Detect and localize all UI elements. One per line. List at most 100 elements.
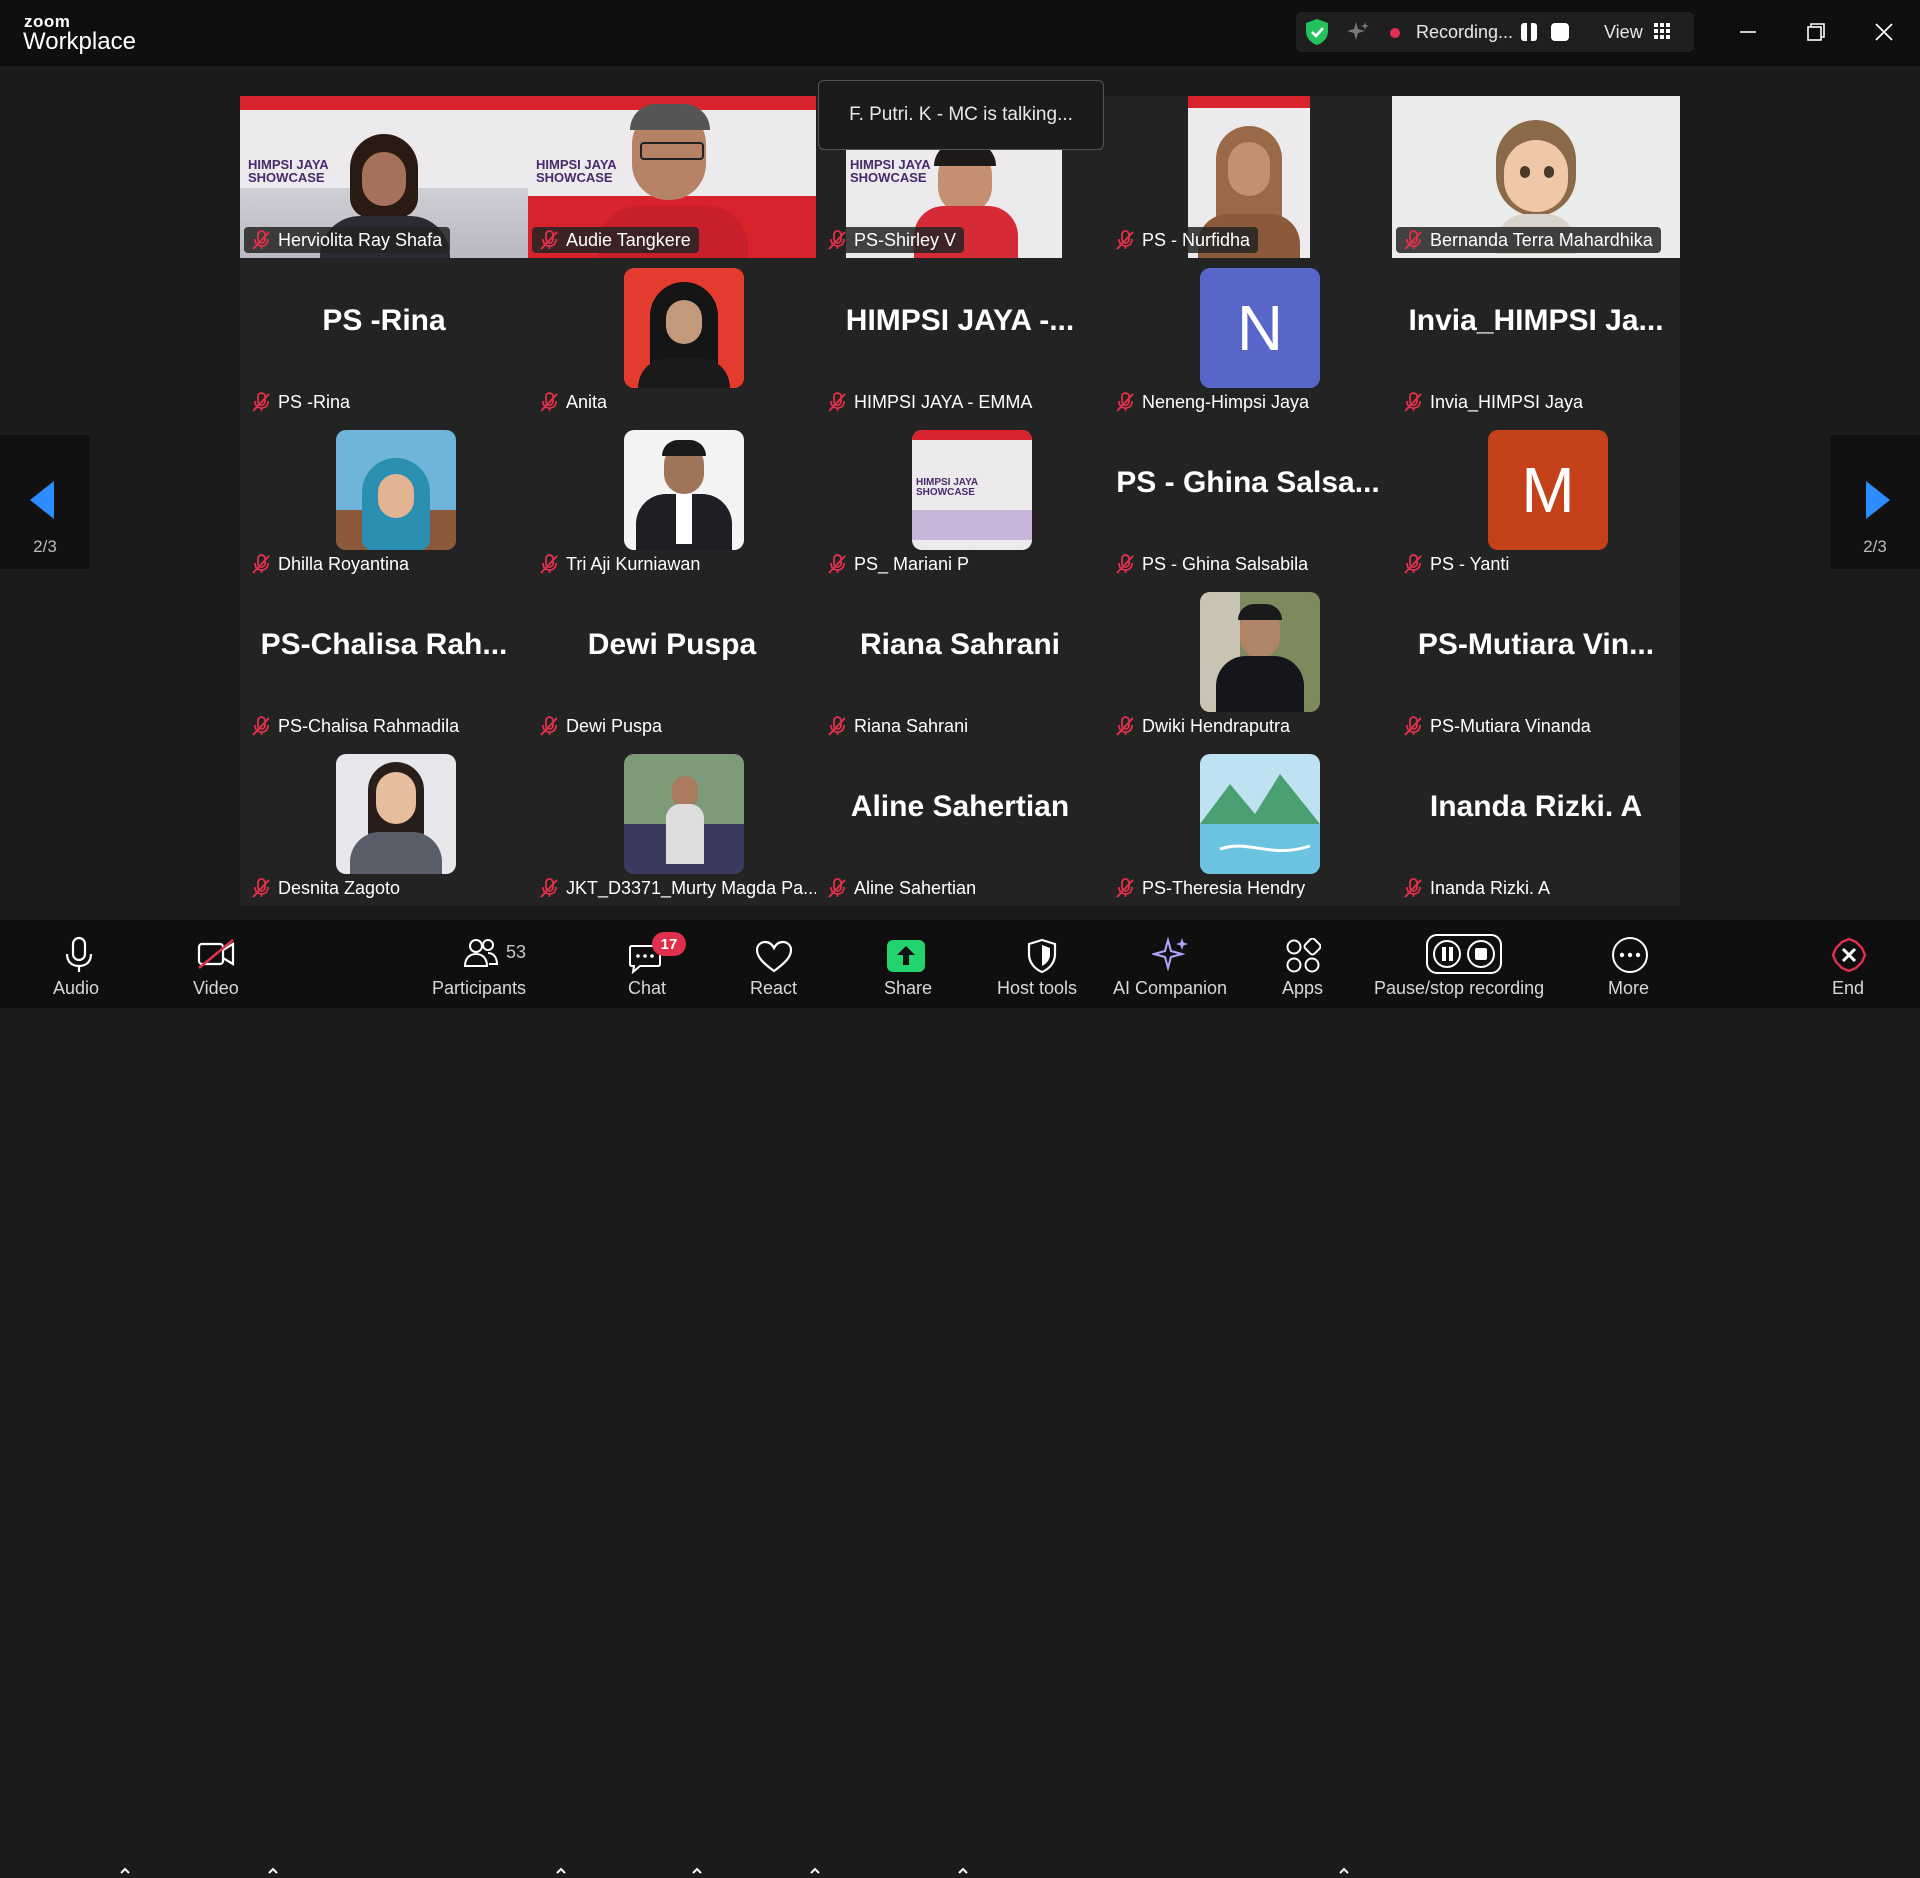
ai-companion-button[interactable]: AI Companion [1110, 920, 1234, 1008]
apps-button[interactable]: Apps [1276, 920, 1330, 1008]
participant-tile[interactable]: Bernanda Terra Mahardhika [1392, 96, 1680, 258]
participant-display-name: HIMPSI JAYA -... [845, 304, 1075, 337]
participant-tile[interactable]: HIMPSI JAYA SHOWCASE Audie Tangkere [528, 96, 816, 258]
participant-display-name: Aline Sahertian [850, 790, 1070, 823]
participant-tile[interactable]: Invia_HIMPSI Ja... Invia_HIMPSI Jaya [1392, 258, 1680, 420]
ai-sparkle-icon[interactable] [1346, 20, 1370, 44]
participant-display-name: PS -Rina [322, 304, 446, 337]
muted-mic-icon [538, 391, 560, 413]
participants-icon [464, 939, 498, 967]
heart-icon [755, 940, 793, 973]
participant-name: PS-Mutiara Vinanda [1396, 713, 1599, 739]
participant-display-name: PS - Ghina Salsa... [1116, 466, 1380, 499]
end-meeting-button[interactable]: End [1826, 920, 1870, 1008]
participant-tile[interactable]: PS-Mutiara Vin... PS-Mutiara Vinanda [1392, 582, 1680, 744]
recording-dot-icon [1390, 28, 1400, 38]
letter-avatar: M [1488, 430, 1608, 550]
participant-display-name: Dewi Puspa [587, 628, 757, 661]
muted-mic-icon [250, 715, 272, 737]
participant-name: PS - Ghina Salsabila [1108, 551, 1317, 577]
stop-recording-icon[interactable] [1551, 23, 1569, 41]
chat-options-chevron-up-icon[interactable] [690, 1864, 704, 1878]
participant-tile[interactable]: N Neneng-Himpsi Jaya [1104, 258, 1392, 420]
muted-mic-icon [826, 553, 848, 575]
participant-tile[interactable]: Aline Sahertian Aline Sahertian [816, 744, 1104, 906]
participant-tile[interactable]: PS - Ghina Salsa... PS - Ghina Salsabila [1104, 420, 1392, 582]
participant-name: Invia_HIMPSI Jaya [1396, 389, 1592, 415]
participant-tile[interactable]: Desnita Zagoto [240, 744, 528, 906]
host-tools-button[interactable]: Host tools [996, 920, 1086, 1008]
participant-tile[interactable]: Riana Sahrani Riana Sahrani [816, 582, 1104, 744]
muted-mic-icon [1402, 391, 1424, 413]
muted-mic-icon [250, 553, 272, 575]
video-button[interactable]: Video [178, 920, 258, 1008]
participant-name: HIMPSI JAYA - EMMA [820, 389, 1041, 415]
muted-mic-icon [1114, 715, 1136, 737]
participant-tile[interactable]: Dewi Puspa Dewi Puspa [528, 582, 816, 744]
share-options-chevron-up-icon[interactable] [956, 1864, 970, 1878]
profile-photo [336, 430, 456, 550]
participants-button[interactable]: 53 Participants [424, 920, 540, 1008]
participants-options-chevron-up-icon[interactable] [554, 1864, 568, 1878]
participant-tile[interactable]: HIMPSI JAYA -... HIMPSI JAYA - EMMA [816, 258, 1104, 420]
participant-tile[interactable]: Inanda Rizki. A Inanda Rizki. A [1392, 744, 1680, 906]
participant-name: Dewi Puspa [532, 713, 671, 739]
apps-options-chevron-up-icon[interactable] [1337, 1864, 1351, 1878]
participant-tile[interactable]: PS -Rina PS -Rina [240, 258, 528, 420]
participant-tile[interactable]: JKT_D3371_Murty Magda Pa... [528, 744, 816, 906]
participant-tile[interactable]: PS - Nurfidha [1104, 96, 1392, 258]
participant-display-name: PS-Chalisa Rah... [260, 628, 508, 661]
muted-mic-icon [826, 877, 848, 899]
profile-photo: HIMPSI JAYA SHOWCASE [912, 430, 1032, 550]
react-button[interactable]: React [744, 920, 804, 1008]
minimize-icon[interactable] [1730, 14, 1766, 50]
more-button[interactable]: More [1604, 920, 1656, 1008]
participant-name: JKT_D3371_Murty Magda Pa... [532, 875, 816, 901]
profile-photo [624, 430, 744, 550]
microphone-icon [65, 936, 93, 972]
share-button[interactable]: Share [876, 920, 936, 1008]
participant-tile[interactable]: HIMPSI JAYA SHOWCASE PS_ Mariani P [816, 420, 1104, 582]
previous-page-button[interactable]: 2/3 [0, 435, 90, 569]
pause-recording-icon[interactable] [1521, 23, 1537, 41]
muted-mic-icon [1402, 715, 1424, 737]
banner-line-2: SHOWCASE [850, 170, 927, 185]
participant-display-name: PS-Mutiara Vin... [1417, 628, 1655, 661]
participant-name: Audie Tangkere [532, 227, 699, 253]
pause-stop-icon [1426, 934, 1502, 974]
participant-tile[interactable]: Dwiki Hendraputra [1104, 582, 1392, 744]
muted-mic-icon [250, 877, 272, 899]
participant-tile[interactable]: Tri Aji Kurniawan [528, 420, 816, 582]
landscape-picture [1200, 774, 1320, 874]
more-icon [1612, 937, 1648, 973]
share-screen-icon [887, 940, 925, 972]
participant-tile[interactable]: Anita [528, 258, 816, 420]
muted-mic-icon [1402, 553, 1424, 575]
workplace-logo: Workplace [23, 28, 136, 55]
close-icon[interactable] [1866, 14, 1902, 50]
grid-view-icon[interactable] [1654, 23, 1670, 39]
next-page-button[interactable]: 2/3 [1830, 435, 1920, 569]
view-button[interactable]: View [1604, 22, 1643, 43]
participant-tile[interactable]: PS-Theresia Hendry [1104, 744, 1392, 906]
chevron-left-icon [30, 481, 54, 519]
participant-tile[interactable]: PS-Chalisa Rah... PS-Chalisa Rahmadila [240, 582, 528, 744]
participant-tile[interactable]: Dhilla Royantina [240, 420, 528, 582]
restore-icon[interactable] [1798, 14, 1834, 50]
react-options-chevron-up-icon[interactable] [808, 1864, 822, 1878]
audio-options-chevron-up-icon[interactable] [118, 1864, 132, 1878]
muted-mic-icon [250, 229, 272, 251]
encryption-shield-icon[interactable] [1304, 18, 1330, 46]
participant-tile[interactable]: M PS - Yanti [1392, 420, 1680, 582]
participant-name: Aline Sahertian [820, 875, 985, 901]
chevron-right-icon [1866, 481, 1890, 519]
gallery-view: HIMPSI JAYA SHOWCASE Herviolita Ray Shaf… [240, 96, 1680, 906]
pause-stop-recording-button[interactable]: Pause/stop recording [1374, 920, 1554, 1008]
video-options-chevron-up-icon[interactable] [266, 1864, 280, 1878]
muted-mic-icon [1114, 391, 1136, 413]
muted-mic-icon [1402, 877, 1424, 899]
muted-mic-icon [1114, 229, 1136, 251]
audio-button[interactable]: Audio [40, 920, 120, 1008]
participant-tile[interactable]: HIMPSI JAYA SHOWCASE Herviolita Ray Shaf… [240, 96, 528, 258]
sparkle-icon [1152, 936, 1188, 972]
